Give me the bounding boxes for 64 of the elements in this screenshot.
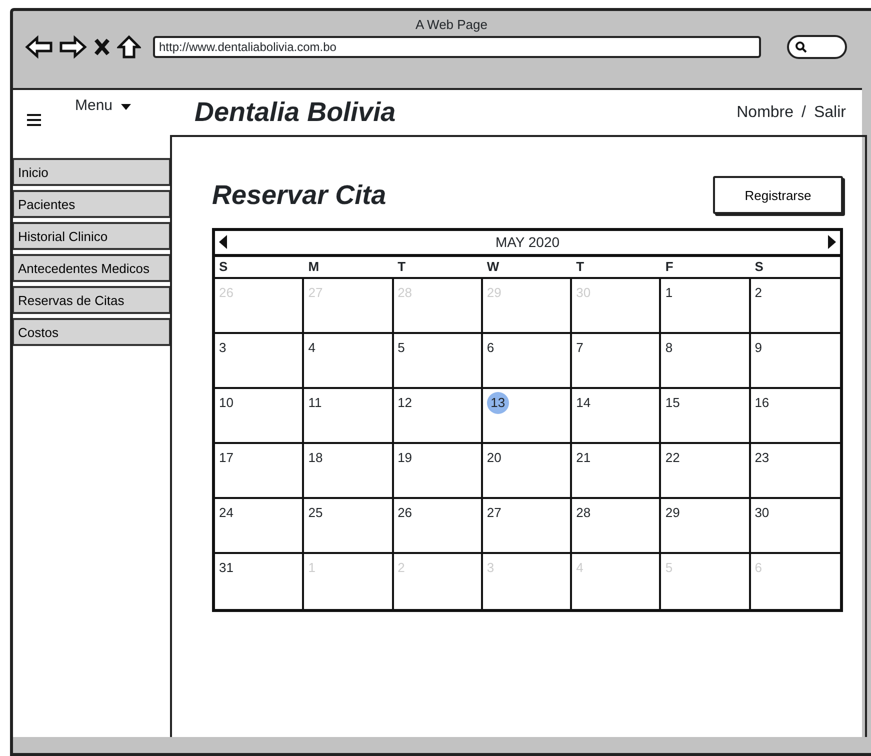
header-link[interactable]: Nombre xyxy=(736,100,794,124)
day-number[interactable]: 4 xyxy=(308,336,330,358)
day-number[interactable]: 13 xyxy=(486,392,509,414)
day-number[interactable]: 23 xyxy=(754,446,777,468)
register-button[interactable]: Registrarse xyxy=(713,176,843,214)
previous-icon[interactable] xyxy=(219,235,227,249)
day-number[interactable]: 30 xyxy=(754,502,777,524)
close-icon[interactable] xyxy=(93,37,111,57)
weekday-label: M xyxy=(307,258,320,276)
day-number[interactable]: 31 xyxy=(219,556,241,578)
header-link[interactable]: Salir xyxy=(814,100,846,124)
day-number[interactable]: 5 xyxy=(398,336,420,358)
day-number[interactable]: 21 xyxy=(576,446,598,468)
day-number[interactable]: 15 xyxy=(665,392,688,414)
day-number[interactable]: 9 xyxy=(754,336,777,358)
search-field[interactable] xyxy=(787,35,847,59)
day-number[interactable]: 20 xyxy=(486,446,509,468)
weekday-label: T xyxy=(396,258,407,276)
day-number[interactable]: 29 xyxy=(665,502,688,524)
day-number[interactable]: 17 xyxy=(219,446,241,468)
weekday-label: F xyxy=(664,258,674,276)
window-title: A Web Page xyxy=(414,16,489,34)
day-number[interactable]: 1 xyxy=(665,282,688,304)
weekday-label: W xyxy=(486,258,500,276)
day-number[interactable]: 7 xyxy=(576,336,598,358)
menu-dropdown[interactable]: Menu xyxy=(75,95,131,118)
day-number[interactable]: 11 xyxy=(308,392,330,414)
day-number[interactable]: 22 xyxy=(665,446,688,468)
day-number[interactable]: 25 xyxy=(308,502,330,524)
day-number[interactable]: 27 xyxy=(486,502,509,524)
day-number[interactable]: 26 xyxy=(398,502,420,524)
day-number[interactable]: 3 xyxy=(219,336,241,358)
sidebar-item[interactable]: Pacientes xyxy=(13,190,170,218)
day-number[interactable]: 8 xyxy=(665,336,688,358)
month-label: MAY 2020 xyxy=(495,232,560,252)
search-icon xyxy=(795,41,807,53)
day-number[interactable]: 24 xyxy=(219,502,241,524)
sidebar-item[interactable]: Historial Clinico xyxy=(13,222,170,250)
sidebar-item[interactable]: Costos xyxy=(13,318,170,346)
day-number[interactable]: 2 xyxy=(754,282,777,304)
caret-icon xyxy=(120,104,131,110)
next-icon[interactable] xyxy=(828,235,836,249)
back-icon[interactable] xyxy=(25,35,53,59)
day-number[interactable]: 14 xyxy=(576,392,598,414)
home-icon[interactable] xyxy=(117,35,141,59)
brand-title: Dentalia Bolivia xyxy=(194,96,396,130)
sidebar-item[interactable]: Antecedentes Medicos xyxy=(13,254,170,282)
separator-text: / xyxy=(802,102,806,122)
day-number[interactable]: 10 xyxy=(219,392,241,414)
address-field[interactable]: http://www.dentaliabolivia.com.bo xyxy=(153,36,761,58)
day-number[interactable]: 28 xyxy=(576,502,598,524)
day-number[interactable]: 16 xyxy=(754,392,777,414)
weekday-label: S xyxy=(218,258,229,276)
sidebar-item[interactable]: Reservas de Citas xyxy=(13,286,170,314)
sidebar-item[interactable]: Inicio xyxy=(13,158,170,186)
page-title: Reservar Cita xyxy=(212,179,386,212)
forward-icon[interactable] xyxy=(59,35,87,59)
menu-icon[interactable] xyxy=(27,114,41,126)
day-number[interactable]: 12 xyxy=(398,392,420,414)
weekday-label: T xyxy=(575,258,586,276)
day-number[interactable]: 6 xyxy=(486,336,509,358)
day-number[interactable]: 18 xyxy=(308,446,330,468)
weekday-label: S xyxy=(754,258,764,276)
day-number[interactable]: 19 xyxy=(398,446,420,468)
